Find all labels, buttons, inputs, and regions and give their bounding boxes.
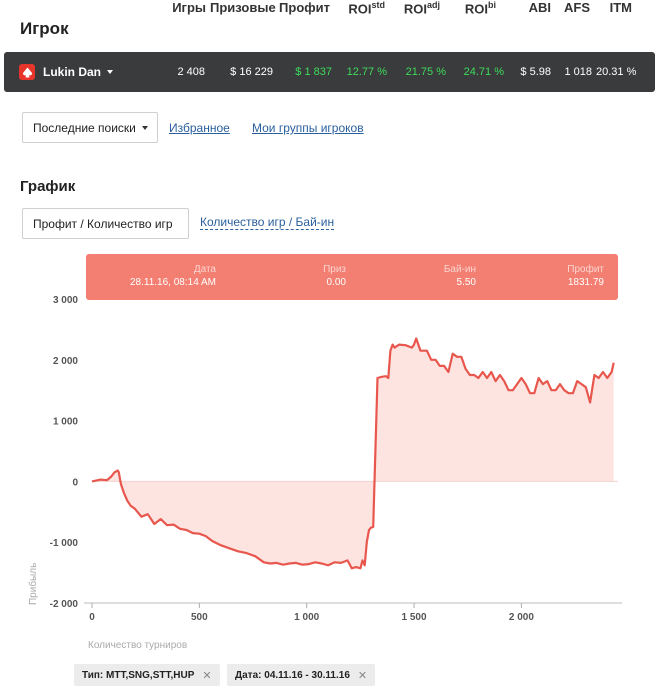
x-tick-label: 1 500 bbox=[402, 612, 427, 623]
filter-chip-type: Тип: MTT,SNG,STT,HUP ✕ bbox=[74, 664, 220, 686]
x-tick-label: 1 000 bbox=[294, 612, 319, 623]
close-icon[interactable]: ✕ bbox=[202, 669, 211, 682]
x-axis-label: Количество турниров bbox=[88, 640, 187, 651]
profit-chart[interactable]: 3 000 2 000 1 000 0 -1 000 -2 000 0 500 1 000 1 … bbox=[0, 0, 659, 700]
filter-chip-date-label: Дата: 04.11.16 - 30.11.16 bbox=[235, 669, 350, 681]
y-tick-label: -1 000 bbox=[50, 538, 79, 549]
x-tick-label: 0 bbox=[89, 612, 95, 623]
tooltip-label-profit: Профит bbox=[567, 264, 604, 275]
close-icon[interactable]: ✕ bbox=[358, 669, 367, 682]
y-axis-label: Прибыль bbox=[27, 563, 39, 605]
chart-tooltip: Дата 28.11.16, 08:14 AM Приз 0.00 Бай-ин… bbox=[86, 254, 618, 300]
y-tick-label: 0 bbox=[72, 477, 78, 488]
y-tick-label: -2 000 bbox=[50, 599, 79, 610]
filter-chip-type-label: Тип: MTT,SNG,STT,HUP bbox=[82, 669, 195, 681]
x-tick-label: 2 000 bbox=[509, 612, 534, 623]
y-tick-label: 3 000 bbox=[53, 295, 78, 306]
x-tick-label: 500 bbox=[191, 612, 208, 623]
y-tick-label: 1 000 bbox=[53, 417, 78, 428]
profit-area bbox=[92, 338, 614, 569]
filter-chip-date: Дата: 04.11.16 - 30.11.16 ✕ bbox=[227, 664, 376, 686]
tooltip-value-profit: 1831.79 bbox=[567, 277, 604, 288]
y-tick-label: 2 000 bbox=[53, 356, 78, 367]
